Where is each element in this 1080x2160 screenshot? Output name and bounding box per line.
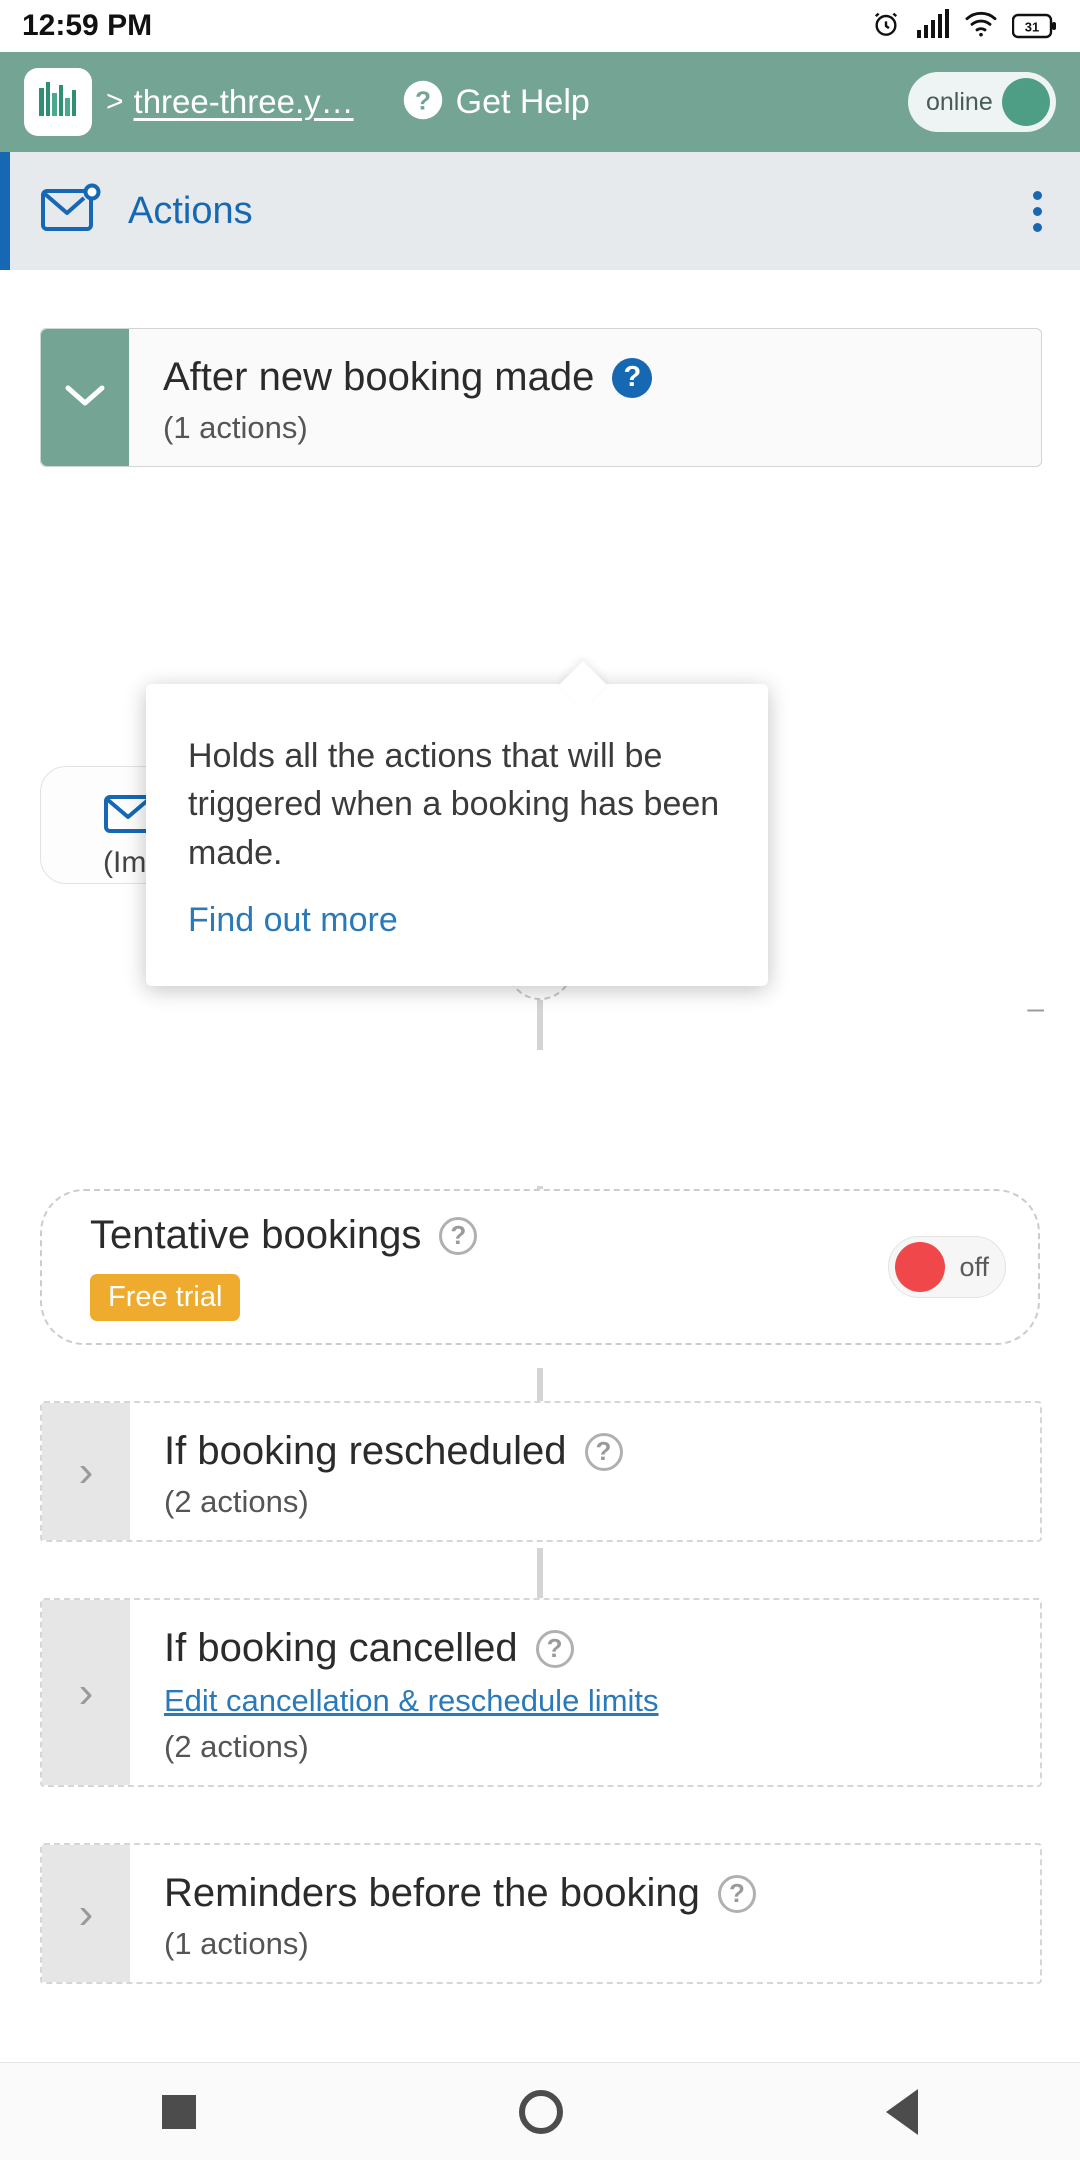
free-trial-badge: Free trial bbox=[90, 1274, 241, 1321]
expand-toggle-handle[interactable]: › bbox=[42, 1403, 130, 1540]
breadcrumb-link[interactable]: three-three.y… bbox=[134, 83, 354, 121]
flow-card-title: Reminders before the booking bbox=[164, 1871, 700, 1915]
help-circle-grey-icon[interactable]: ? bbox=[439, 1216, 478, 1255]
flow-card-subtitle: (1 actions) bbox=[163, 410, 308, 445]
status-bar-icons: 31 bbox=[870, 8, 1058, 45]
svg-text:?: ? bbox=[415, 85, 431, 115]
wifi-icon bbox=[964, 10, 998, 43]
battery-icon: 31 bbox=[1012, 12, 1058, 40]
help-circle-grey-icon[interactable]: ? bbox=[535, 1629, 574, 1668]
flow-card-after-new-booking[interactable]: After new booking made ? (1 actions) bbox=[40, 328, 1042, 467]
flow-card-if-booking-rescheduled[interactable]: › If booking rescheduled ? (2 actions) bbox=[40, 1401, 1042, 1542]
flow-card-subtitle: (2 actions) bbox=[164, 1484, 309, 1519]
flow-card-title: If booking rescheduled bbox=[164, 1429, 567, 1473]
toggle-state-label: off bbox=[959, 1251, 989, 1282]
status-bar-clock: 12:59 PM bbox=[22, 9, 153, 42]
tooltip-body-text: Holds all the actions that will be trigg… bbox=[188, 737, 720, 872]
actions-section-header[interactable]: Actions bbox=[0, 152, 1080, 270]
flow-card-title: If booking cancelled bbox=[164, 1626, 518, 1670]
flow-card-subtitle: (2 actions) bbox=[164, 1729, 309, 1764]
cellular-signal-icon bbox=[916, 8, 950, 44]
online-toggle-label: online bbox=[926, 87, 993, 116]
tentative-bookings-toggle[interactable]: off bbox=[888, 1236, 1006, 1298]
flow-card-body: After new booking made ? (1 actions) bbox=[129, 329, 1041, 466]
circle-home-icon[interactable] bbox=[518, 2089, 563, 2134]
android-nav-bar bbox=[0, 2062, 1080, 2160]
breadcrumb-separator: > bbox=[106, 85, 124, 118]
alarm-icon bbox=[870, 8, 902, 45]
chevron-right-icon: › bbox=[78, 1888, 94, 1938]
chevron-down-icon bbox=[62, 380, 108, 415]
tentative-bookings-title: Tentative bookings bbox=[90, 1213, 422, 1257]
square-recents-icon[interactable] bbox=[161, 2094, 196, 2129]
tooltip-find-out-more-link[interactable]: Find out more bbox=[188, 901, 398, 940]
help-circle-blue-icon[interactable]: ? bbox=[612, 357, 653, 398]
flow-card-reminders-before-booking[interactable]: › Reminders before the booking ? (1 acti… bbox=[40, 1843, 1042, 1984]
expand-toggle-handle[interactable]: › bbox=[42, 1845, 130, 1982]
automation-flow-canvas: After new booking made ? (1 actions) Co…… bbox=[0, 270, 1080, 1984]
flow-connector bbox=[537, 998, 543, 1050]
collapse-mark[interactable]: – bbox=[1027, 992, 1044, 1026]
triangle-back-icon[interactable] bbox=[886, 2088, 919, 2135]
expand-toggle-handle[interactable]: › bbox=[42, 1600, 130, 1785]
flow-card-title: After new booking made bbox=[163, 355, 595, 399]
help-circle-grey-icon[interactable]: ? bbox=[584, 1432, 623, 1471]
get-help-label: Get Help bbox=[455, 82, 590, 121]
get-help-button[interactable]: ? Get Help bbox=[402, 79, 590, 126]
online-toggle-knob bbox=[1002, 78, 1050, 126]
flow-card-if-booking-cancelled[interactable]: › If booking cancelled ? Edit cancellati… bbox=[40, 1598, 1042, 1787]
actions-section-title: Actions bbox=[128, 189, 253, 232]
envelope-notification-icon bbox=[40, 183, 102, 240]
flow-connector bbox=[537, 1548, 543, 1604]
question-mark-circle-icon: ? bbox=[402, 79, 444, 126]
help-tooltip-popover: Holds all the actions that will be trigg… bbox=[146, 660, 768, 986]
help-circle-grey-icon[interactable]: ? bbox=[717, 1874, 756, 1913]
chevron-right-icon: › bbox=[78, 1667, 94, 1717]
android-status-bar: 12:59 PM 31 bbox=[0, 0, 1080, 52]
online-status-toggle[interactable]: online bbox=[908, 72, 1056, 132]
battery-level-text: 31 bbox=[1025, 20, 1039, 35]
flow-card-subtitle: (1 actions) bbox=[164, 1926, 309, 1961]
kebab-menu-icon[interactable] bbox=[1023, 181, 1052, 242]
chevron-right-icon: › bbox=[78, 1446, 94, 1496]
flow-card-tentative-bookings[interactable]: Tentative bookings ? Free trial off bbox=[40, 1189, 1040, 1345]
toggle-knob bbox=[895, 1242, 945, 1292]
edit-cancellation-limits-link[interactable]: Edit cancellation & reschedule limits bbox=[164, 1683, 1022, 1719]
app-bar: > three-three.y… ? Get Help online bbox=[0, 52, 1080, 152]
app-logo-icon[interactable] bbox=[24, 68, 92, 136]
collapse-toggle-handle[interactable] bbox=[41, 329, 129, 466]
